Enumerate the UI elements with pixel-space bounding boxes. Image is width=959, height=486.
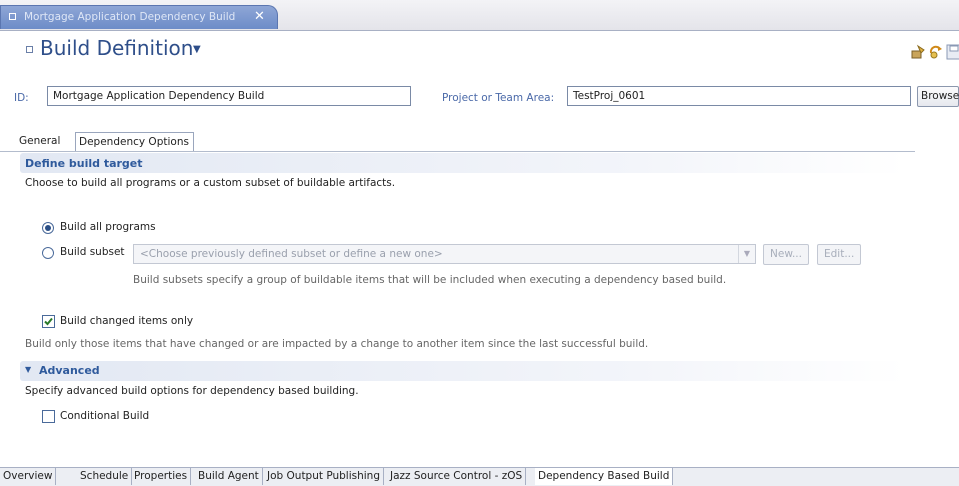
- tab-general[interactable]: General: [16, 132, 63, 152]
- changed-only-label: Build changed items only: [60, 315, 194, 327]
- tab-job-output-publishing[interactable]: Job Output Publishing: [264, 468, 384, 485]
- chevron-down-icon[interactable]: ▼: [738, 245, 755, 263]
- build-all-radio[interactable]: [42, 222, 54, 234]
- editor-tab[interactable]: Mortgage Application Dependency Build ✕: [0, 5, 278, 29]
- editor-icon: [9, 13, 16, 20]
- checkmark-icon: [44, 317, 53, 326]
- edit-subset-button[interactable]: Edit...: [817, 244, 862, 265]
- section-header-define-target: [20, 153, 906, 173]
- section-description: Choose to build all programs or a custom…: [25, 177, 396, 189]
- editor-tab-title: Mortgage Application Dependency Build: [24, 11, 236, 23]
- tab-build-agent[interactable]: Build Agent: [195, 468, 263, 485]
- id-field[interactable]: Mortgage Application Dependency Build: [47, 86, 411, 106]
- advanced-description: Specify advanced build options for depen…: [25, 385, 359, 397]
- conditional-build-label: Conditional Build: [60, 410, 150, 422]
- build-subset-label: Build subset: [60, 246, 125, 258]
- project-field[interactable]: TestProj_0601: [567, 86, 911, 106]
- project-label: Project or Team Area:: [442, 92, 555, 104]
- subset-combo[interactable]: <Choose previously defined subset or def…: [133, 244, 756, 264]
- browse-button[interactable]: Browse: [917, 86, 959, 107]
- tab-overview[interactable]: Overview: [0, 468, 57, 485]
- section-title-advanced[interactable]: Advanced: [39, 364, 100, 377]
- build-subset-radio[interactable]: [42, 247, 54, 259]
- build-request-icon[interactable]: [910, 44, 926, 60]
- section-title-define-target: Define build target: [25, 157, 143, 170]
- tab-dependency-based-build[interactable]: Dependency Based Build: [535, 468, 674, 485]
- page-title: Build Definition: [40, 36, 194, 60]
- conditional-build-checkbox[interactable]: [42, 410, 55, 423]
- new-subset-button[interactable]: New...: [763, 244, 809, 265]
- build-all-label: Build all programs: [60, 221, 156, 233]
- tab-properties[interactable]: Properties: [131, 468, 192, 485]
- form-icon: [26, 46, 33, 53]
- tab-dependency-options[interactable]: Dependency Options: [75, 132, 194, 152]
- changed-only-help-text: Build only those items that have changed…: [25, 338, 649, 350]
- id-label: ID:: [14, 92, 29, 104]
- tab-schedule[interactable]: Schedule: [77, 468, 133, 485]
- subset-help-text: Build subsets specify a group of buildab…: [133, 274, 727, 286]
- twisty-icon[interactable]: ▼: [25, 365, 31, 374]
- section-header-advanced[interactable]: [20, 361, 906, 381]
- changed-only-checkbox[interactable]: [42, 315, 55, 328]
- radio-selected-dot: [45, 225, 51, 231]
- close-icon[interactable]: ✕: [254, 9, 265, 24]
- chevron-down-icon[interactable]: ▼: [193, 44, 201, 55]
- subset-placeholder: <Choose previously defined subset or def…: [140, 248, 443, 260]
- refresh-icon[interactable]: [928, 44, 944, 60]
- tab-jazz-source-control[interactable]: Jazz Source Control - zOS: [387, 468, 527, 485]
- tab-divider: [0, 151, 915, 152]
- save-icon[interactable]: [946, 44, 959, 60]
